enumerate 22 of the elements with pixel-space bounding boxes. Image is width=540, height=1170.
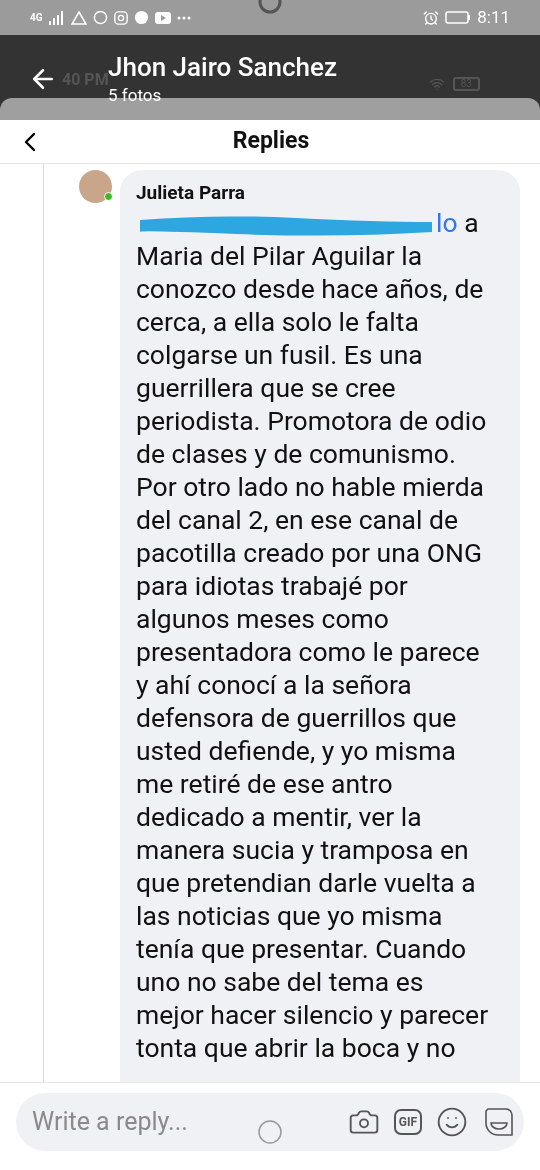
gif-button[interactable]: GIF	[393, 1109, 422, 1135]
author-name: Julieta Parra	[136, 180, 246, 206]
alarm-icon	[423, 9, 440, 26]
network-label: 4G	[30, 12, 43, 23]
clock-time: 8:11	[477, 9, 510, 26]
reply-input[interactable]: Write a reply...	[32, 1103, 334, 1141]
more-icon	[176, 15, 191, 20]
mention-link[interactable]: lo	[436, 207, 458, 238]
wifi-icon	[428, 76, 445, 92]
page-title: Replies	[231, 126, 310, 157]
camera-icon	[113, 10, 128, 25]
emoji-icon[interactable]	[436, 1106, 468, 1138]
photo-count: 5 fotos	[108, 85, 163, 106]
reply-field[interactable]: Write a reply... GIF	[16, 1093, 524, 1151]
battery-icon	[445, 11, 472, 24]
warning-icon	[70, 10, 87, 25]
comment-text: lo a Maria del Pilar Aguilar la conozco desde hace años, de cerca, a ella solo le falta colgarse un fusil. Es una guerrillera que se cree periodista. Promotora de odio de clases y de comunismo. Por otro lado no hable mierda del canal 2, en ese canal de pacotilla creado por una ONG para idiotas trabajé por algunos meses como presentadora como le parece y ahí conocí a la señora defensora de guerrillos que usted defiende, y yo misma me retiré de ese antro dedicado a mentir, ver la manera sucia y tramposa en que pretendian darle vuelta a las noticias que yo misma tenía que presentar. Cuando uno no sabe del tema es mejor hacer silencio y parecer tonta que abrir la boca y no	[136, 206, 490, 1064]
play-icon	[154, 11, 171, 24]
nav-circle-icon	[257, 1119, 283, 1145]
sticker-icon[interactable]	[482, 1106, 514, 1138]
signal-icon	[48, 10, 65, 25]
viewer-title: Jhon Jairo Sanchez	[108, 51, 337, 84]
